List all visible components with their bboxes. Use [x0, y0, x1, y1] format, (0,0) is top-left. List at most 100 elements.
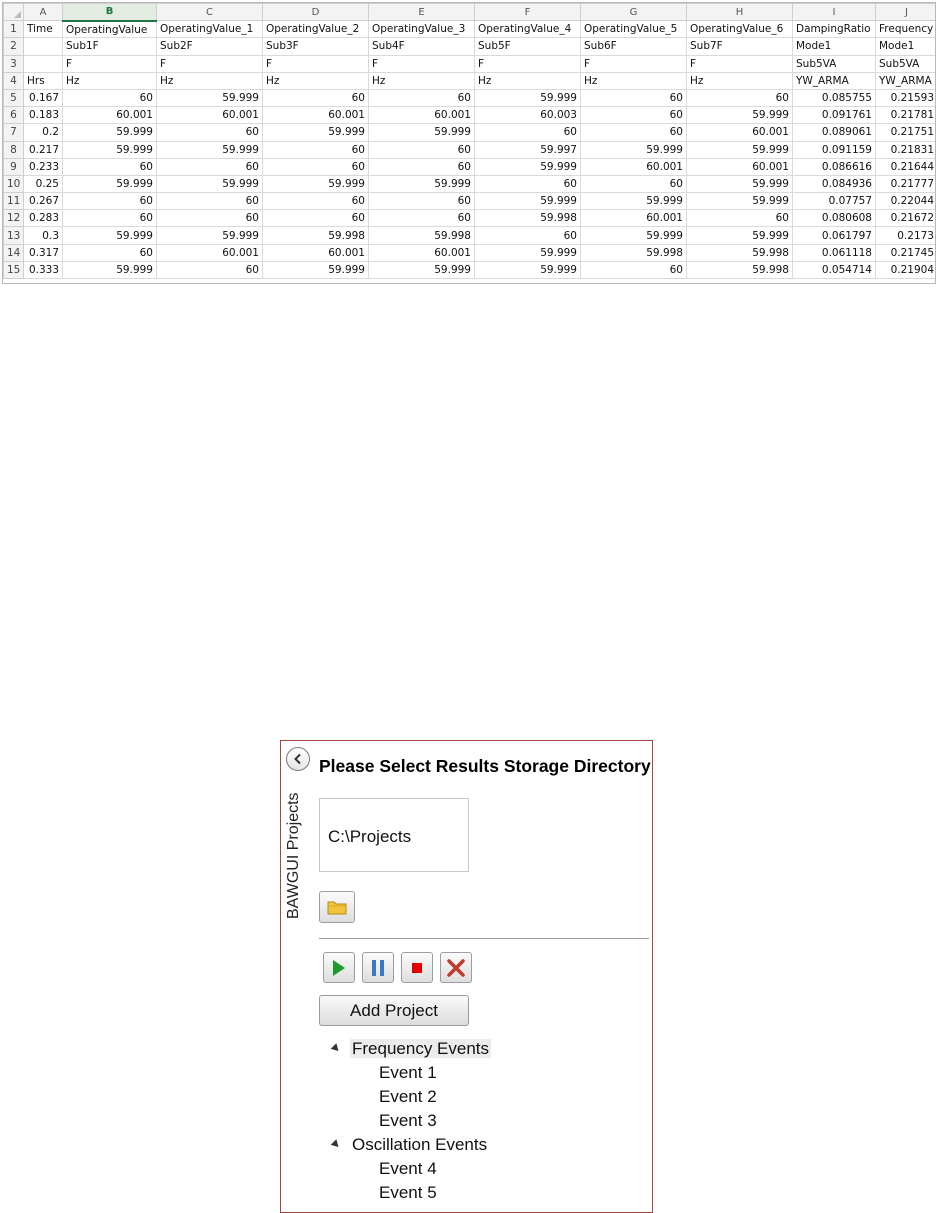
row-header[interactable]: 5 [3, 88, 24, 108]
tree-item[interactable]: Event 3 [325, 1109, 645, 1133]
table-cell[interactable]: 60 [62, 157, 157, 176]
table-cell[interactable]: 0.086616 [792, 157, 876, 176]
table-cell[interactable]: 60 [368, 209, 475, 228]
table-cell[interactable]: Hz [62, 71, 157, 90]
table-cell[interactable]: 0.091761 [792, 106, 876, 125]
table-cell[interactable]: 0.080608 [792, 209, 876, 228]
table-cell[interactable]: 60.001 [686, 157, 793, 176]
table-cell[interactable]: 59.999 [474, 88, 581, 108]
table-cell[interactable]: 59.998 [686, 260, 793, 280]
table-cell[interactable]: 59.999 [686, 106, 793, 125]
table-cell[interactable]: Hz [262, 71, 369, 90]
table-cell[interactable]: 0.21777 [875, 174, 935, 194]
table-cell[interactable]: F [156, 54, 263, 73]
table-cell[interactable]: 0.267 [23, 192, 63, 211]
table-cell[interactable]: 60 [368, 88, 475, 108]
row-header[interactable]: 8 [3, 140, 24, 159]
row-header[interactable]: 4 [3, 71, 24, 90]
table-cell[interactable]: 60 [580, 106, 687, 125]
table-cell[interactable]: 60 [368, 192, 475, 211]
tree-item[interactable]: Event 1 [325, 1061, 645, 1085]
table-cell[interactable]: 60 [262, 140, 369, 159]
table-cell[interactable]: 0.167 [23, 88, 63, 108]
table-cell[interactable]: Sub6F [580, 37, 687, 56]
table-cell[interactable]: 59.998 [686, 243, 793, 262]
row-header[interactable]: 13 [3, 226, 24, 245]
row-header[interactable]: 14 [3, 243, 24, 262]
table-cell[interactable]: 59.999 [474, 192, 581, 211]
table-cell[interactable]: Hz [686, 71, 793, 90]
table-cell[interactable]: 59.999 [368, 174, 475, 194]
pause-button[interactable] [362, 952, 394, 983]
table-cell[interactable]: 0.25 [23, 174, 63, 194]
table-cell[interactable]: Mode1 [875, 37, 935, 56]
column-header[interactable]: E [368, 3, 475, 22]
table-cell[interactable]: 59.999 [262, 174, 369, 194]
column-header[interactable]: B [62, 3, 157, 22]
table-cell[interactable]: 0.2 [23, 123, 63, 142]
table-cell[interactable]: 59.999 [62, 123, 157, 142]
table-cell[interactable]: 60.001 [156, 243, 263, 262]
table-cell[interactable]: 0.21593 [875, 88, 935, 108]
table-cell[interactable]: 60 [262, 88, 369, 108]
table-cell[interactable]: Hz [474, 71, 581, 90]
table-cell[interactable]: 59.999 [686, 192, 793, 211]
table-cell[interactable]: 0.2173 [875, 226, 935, 245]
tree-group[interactable]: Frequency Events [325, 1037, 645, 1061]
row-header[interactable]: 10 [3, 174, 24, 194]
row-header[interactable]: 9 [3, 157, 24, 176]
expand-arrow-icon[interactable] [330, 1139, 342, 1150]
table-cell[interactable]: 59.999 [686, 226, 793, 245]
table-cell[interactable]: 60 [368, 140, 475, 159]
table-cell[interactable]: 0.054714 [792, 260, 876, 280]
table-cell[interactable]: 59.999 [474, 157, 581, 176]
table-cell[interactable]: 0.089061 [792, 123, 876, 142]
table-cell[interactable]: 60 [580, 88, 687, 108]
table-cell[interactable]: OperatingValue_2 [262, 20, 369, 39]
table-cell[interactable]: 0.21672 [875, 209, 935, 228]
table-cell[interactable]: 60 [262, 157, 369, 176]
table-cell[interactable]: 60 [262, 209, 369, 228]
table-cell[interactable]: 60 [156, 157, 263, 176]
table-cell[interactable]: Hrs [23, 71, 63, 90]
tree-item[interactable]: Event 5 [325, 1181, 645, 1205]
table-cell[interactable]: 59.998 [580, 243, 687, 262]
table-cell[interactable]: 60 [262, 192, 369, 211]
column-header[interactable]: D [262, 3, 369, 22]
table-cell[interactable]: 59.998 [474, 209, 581, 228]
table-cell[interactable]: 60.001 [368, 243, 475, 262]
column-header[interactable]: I [792, 3, 876, 22]
table-cell[interactable]: 59.999 [262, 260, 369, 280]
table-cell[interactable]: Hz [580, 71, 687, 90]
table-cell[interactable]: OperatingValue_6 [686, 20, 793, 39]
run-button[interactable] [323, 952, 355, 983]
table-cell[interactable]: 59.999 [686, 140, 793, 159]
table-cell[interactable]: 0.283 [23, 209, 63, 228]
table-cell[interactable]: 0.091159 [792, 140, 876, 159]
table-cell[interactable]: 59.999 [580, 192, 687, 211]
table-cell[interactable]: F [580, 54, 687, 73]
table-cell[interactable]: 60 [474, 226, 581, 245]
table-cell[interactable]: 60 [156, 260, 263, 280]
table-cell[interactable]: 60.001 [156, 106, 263, 125]
table-cell[interactable]: 60.001 [262, 106, 369, 125]
table-cell[interactable]: 59.999 [62, 140, 157, 159]
table-cell[interactable]: 60 [62, 243, 157, 262]
table-cell[interactable]: 60 [368, 157, 475, 176]
column-header[interactable]: J [875, 3, 935, 22]
browse-folder-button[interactable] [319, 891, 355, 923]
table-cell[interactable]: 60 [156, 192, 263, 211]
table-cell[interactable]: 60.001 [368, 106, 475, 125]
table-cell[interactable]: 60.001 [686, 123, 793, 142]
table-cell[interactable]: 59.997 [474, 140, 581, 159]
table-cell[interactable]: 60 [62, 88, 157, 108]
row-header[interactable]: 12 [3, 209, 24, 228]
row-header[interactable]: 2 [3, 37, 24, 56]
table-cell[interactable]: 60.001 [62, 106, 157, 125]
table-cell[interactable]: 60 [474, 174, 581, 194]
table-cell[interactable]: 0.061797 [792, 226, 876, 245]
row-header[interactable]: 1 [3, 20, 24, 39]
table-cell[interactable]: 0.21831 [875, 140, 935, 159]
table-cell[interactable]: 59.999 [686, 174, 793, 194]
select-all-corner[interactable] [3, 3, 24, 22]
